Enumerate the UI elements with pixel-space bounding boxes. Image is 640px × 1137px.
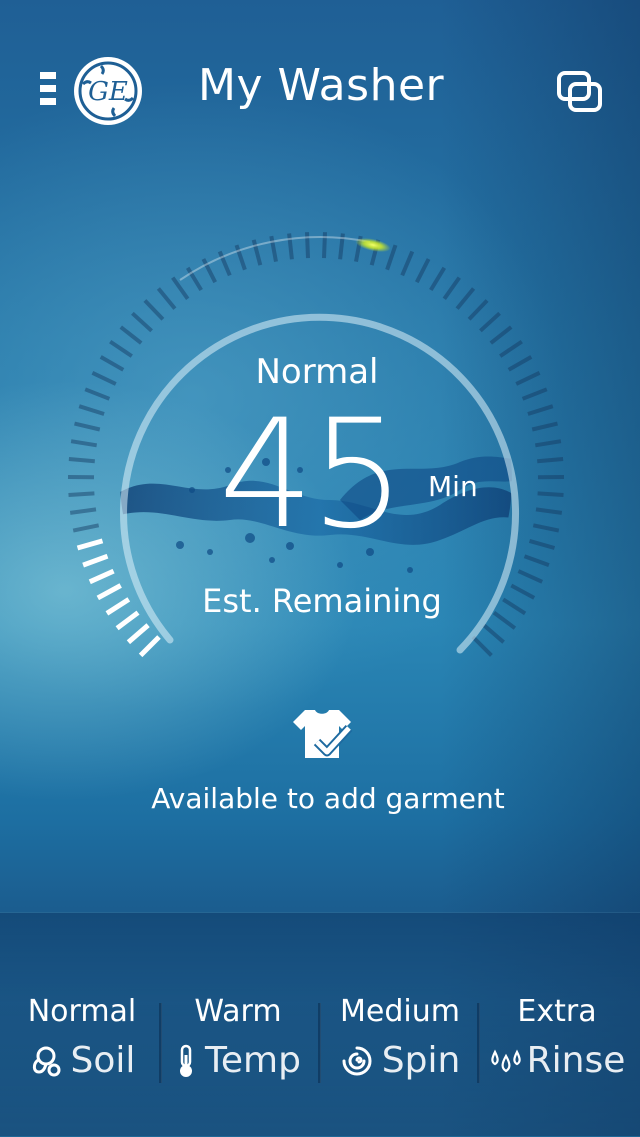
time-unit: Min bbox=[428, 470, 478, 503]
settings-divider bbox=[477, 1003, 480, 1083]
menu-icon[interactable] bbox=[40, 72, 58, 106]
dial-tick bbox=[537, 459, 563, 461]
dial-tick bbox=[457, 289, 474, 309]
dial-tick bbox=[480, 313, 499, 331]
shirt-check-icon bbox=[287, 706, 357, 762]
dial-tick bbox=[532, 424, 557, 430]
soil-icon bbox=[29, 1044, 63, 1078]
dial-tick bbox=[173, 278, 188, 299]
dial-tick bbox=[121, 327, 141, 343]
dial-tick bbox=[535, 441, 561, 445]
dial-tick bbox=[530, 541, 555, 548]
cycle-name: Normal bbox=[0, 352, 634, 392]
dial-tick-progress bbox=[78, 541, 103, 548]
dial-tick bbox=[70, 509, 96, 513]
time-remaining-value: 45 bbox=[210, 400, 410, 550]
settings-divider bbox=[159, 1003, 162, 1083]
switch-appliance-icon[interactable] bbox=[556, 70, 604, 114]
dial-tick-progress bbox=[128, 625, 148, 642]
add-garment-status: Available to add garment bbox=[0, 782, 640, 815]
spin-icon bbox=[340, 1044, 374, 1078]
settings-divider bbox=[318, 1003, 321, 1083]
spin-label: Spin bbox=[382, 1040, 461, 1081]
dial-tick bbox=[484, 625, 504, 642]
dial-tick bbox=[473, 637, 491, 655]
dial-tick-progress bbox=[83, 556, 107, 565]
dial-tick bbox=[536, 509, 562, 513]
setting-rinse[interactable]: Extra Rinse bbox=[478, 990, 636, 1090]
remaining-label: Est. Remaining bbox=[0, 582, 640, 620]
dial-tick bbox=[402, 252, 412, 276]
dial-tick bbox=[491, 327, 511, 343]
temp-value: Warm bbox=[160, 994, 316, 1029]
dial-tick bbox=[73, 525, 99, 530]
dial-tick bbox=[525, 556, 549, 565]
dial-tick bbox=[518, 571, 542, 582]
dial-tick bbox=[533, 525, 559, 530]
rinse-value: Extra bbox=[478, 994, 636, 1029]
dial-tick bbox=[158, 289, 175, 309]
page-title: My Washer bbox=[198, 60, 444, 111]
dial-tick bbox=[528, 406, 553, 414]
dial-tick bbox=[469, 301, 487, 320]
dial-tick bbox=[271, 236, 276, 262]
dial-tick bbox=[71, 441, 97, 445]
dial-tick bbox=[538, 493, 564, 495]
dial-tick-progress bbox=[141, 637, 159, 655]
soil-label: Soil bbox=[71, 1040, 136, 1081]
ge-logo-icon[interactable]: GE bbox=[73, 56, 143, 126]
dial-tick bbox=[431, 268, 445, 290]
dial-tick bbox=[444, 278, 459, 299]
setting-temp[interactable]: Warm Temp bbox=[160, 990, 316, 1090]
spin-value: Medium bbox=[320, 994, 480, 1029]
setting-spin[interactable]: Medium Spin bbox=[320, 990, 480, 1090]
rinse-label: Rinse bbox=[527, 1040, 626, 1081]
dial-tick bbox=[145, 301, 163, 320]
dial-tick bbox=[79, 406, 104, 414]
dial-tick bbox=[69, 493, 95, 495]
dial-tick bbox=[75, 424, 100, 430]
dial-tick bbox=[69, 459, 95, 461]
dial-tick bbox=[307, 232, 308, 258]
soil-value: Normal bbox=[4, 994, 160, 1029]
setting-soil[interactable]: Normal Soil bbox=[4, 990, 160, 1090]
dial-tick bbox=[132, 313, 151, 331]
dial-tick bbox=[289, 234, 292, 260]
temp-label: Temp bbox=[205, 1040, 301, 1081]
rinse-drops-icon bbox=[489, 1046, 523, 1076]
thermometer-icon bbox=[175, 1043, 197, 1079]
dial-tick bbox=[417, 259, 429, 282]
svg-text:GE: GE bbox=[88, 77, 128, 107]
dial-tick-progress bbox=[90, 571, 114, 582]
